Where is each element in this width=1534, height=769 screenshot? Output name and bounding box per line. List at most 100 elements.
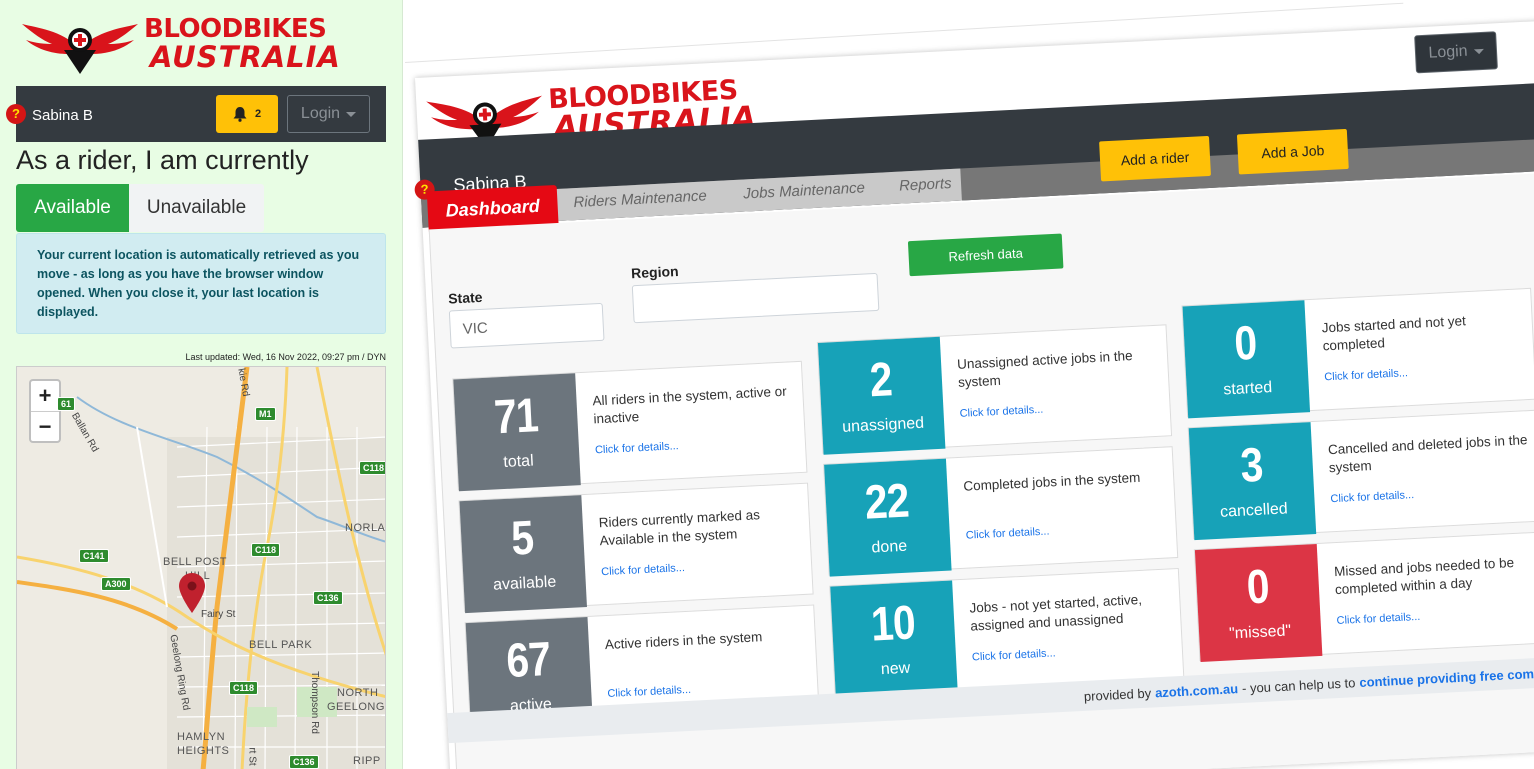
- footer-support-link[interactable]: continue providing free community: [1359, 664, 1534, 690]
- map-label: NORLA: [345, 522, 386, 534]
- stat-number-box: 22 done: [824, 458, 952, 577]
- brand-line1: BLOODBIKES: [144, 14, 327, 44]
- add-job-button[interactable]: Add a Job: [1236, 128, 1349, 175]
- stat-card-done[interactable]: 22 done Completed jobs in the system Cli…: [823, 446, 1179, 577]
- road-shield: C118: [359, 461, 385, 475]
- desktop-window: BLOODBIKES AUSTRALIA Login ? Sabina B Ad…: [414, 20, 1534, 769]
- road-shield: 61: [57, 397, 76, 411]
- login-dropdown[interactable]: Login: [1414, 31, 1498, 74]
- unavailable-button[interactable]: Unavailable: [129, 184, 264, 232]
- stat-number-box: 2 unassigned: [817, 336, 946, 455]
- tab-reports[interactable]: Reports: [899, 175, 952, 195]
- stat-number: 10: [870, 596, 917, 652]
- stat-description: Unassigned active jobs in the system: [956, 348, 1133, 390]
- map-road-label: rt St: [246, 747, 258, 766]
- details-link[interactable]: Click for details...: [1336, 611, 1420, 627]
- login-label: Login: [1428, 42, 1469, 62]
- stat-number-box: 3 cancelled: [1188, 422, 1317, 541]
- caret-down-icon: [346, 111, 357, 117]
- details-link[interactable]: Click for details...: [595, 440, 679, 456]
- location-info-alert: Your current location is automatically r…: [16, 233, 386, 334]
- details-link[interactable]: Click for details...: [959, 404, 1043, 420]
- location-pin-icon[interactable]: [179, 573, 205, 613]
- location-map[interactable]: + − BELL POST HILL BELL PARK NORLA NORTH…: [16, 366, 386, 769]
- notifications-button[interactable]: 2: [216, 95, 278, 133]
- stat-card-started[interactable]: 0 started Jobs started and not yet compl…: [1181, 287, 1534, 419]
- details-link[interactable]: Click for details...: [1330, 489, 1414, 505]
- details-link[interactable]: Click for details...: [607, 684, 691, 700]
- road-shield: C136: [289, 755, 319, 769]
- road-shield: C136: [313, 591, 343, 605]
- stat-label: total: [503, 452, 535, 472]
- stat-number: 71: [493, 389, 540, 445]
- state-input[interactable]: VIC: [448, 302, 605, 349]
- stat-number-box: 0 "missed": [1194, 543, 1323, 663]
- footer-middle: - you can help us to: [1241, 674, 1356, 696]
- stat-description: All riders in the system, active or inac…: [592, 383, 788, 427]
- road-shield: A300: [101, 577, 131, 591]
- stat-number: 3: [1239, 438, 1264, 493]
- map-road-label: Thompson Rd: [308, 671, 320, 734]
- map-road-label: Fairy St: [201, 609, 236, 620]
- stat-label: available: [492, 573, 557, 594]
- login-dropdown[interactable]: Login: [287, 95, 370, 133]
- stat-card-total[interactable]: 71 total All riders in the system, activ…: [452, 360, 808, 492]
- stat-label: done: [871, 537, 908, 557]
- road-shield: M1: [255, 407, 276, 421]
- bell-icon: [233, 106, 247, 122]
- available-button[interactable]: Available: [16, 184, 129, 232]
- stat-description: Jobs started and not yet completed: [1321, 313, 1467, 354]
- bloodbikes-logo-icon: [22, 24, 138, 74]
- stat-description: Active riders in the system: [604, 629, 763, 653]
- add-rider-button[interactable]: Add a rider: [1099, 135, 1211, 182]
- map-zoom-control: + −: [29, 379, 61, 443]
- stat-label: "missed": [1228, 622, 1292, 643]
- stat-number: 2: [868, 353, 894, 408]
- stat-label: cancelled: [1219, 500, 1289, 521]
- details-link[interactable]: Click for details...: [972, 647, 1056, 663]
- footer-prefix: provided by: [1083, 685, 1152, 704]
- road-shield: C141: [79, 549, 109, 563]
- stat-number: 0: [1233, 316, 1258, 371]
- zoom-out-button[interactable]: −: [31, 411, 59, 441]
- notification-count: 2: [254, 108, 262, 120]
- stat-description: Jobs - not yet started, active, assigned…: [969, 591, 1143, 634]
- stat-label: new: [880, 659, 911, 679]
- mobile-view: BLOODBIKES AUSTRALIA ? Sabina B 2 Login …: [0, 0, 403, 769]
- stat-label: unassigned: [841, 414, 925, 436]
- map-label: BELL POST: [163, 556, 228, 568]
- stat-card-available[interactable]: 5 available Riders currently marked as A…: [458, 482, 814, 614]
- footer-site-link[interactable]: azoth.com.au: [1155, 681, 1239, 700]
- brand-logo[interactable]: BLOODBIKES AUSTRALIA: [20, 10, 341, 78]
- stat-description: Completed jobs in the system: [962, 469, 1141, 494]
- stat-card-missed[interactable]: 0 "missed" Missed and jobs needed to be …: [1193, 531, 1534, 663]
- help-icon[interactable]: ?: [6, 104, 26, 124]
- map-label: BELL PARK: [249, 639, 313, 651]
- stat-card-cancelled[interactable]: 3 cancelled Cancelled and deleted jobs i…: [1187, 409, 1534, 541]
- map-label: GEELONG: [327, 701, 385, 713]
- brand-line2: AUSTRALIA: [150, 40, 341, 74]
- map-label: HEIGHTS: [177, 745, 230, 757]
- map-label: HAMLYN: [177, 731, 226, 743]
- stat-number: 22: [863, 474, 911, 530]
- stat-number-box: 5 available: [459, 495, 587, 614]
- map-label: RIPP: [353, 755, 381, 767]
- details-link[interactable]: Click for details...: [966, 525, 1050, 541]
- details-link[interactable]: Click for details...: [1324, 367, 1408, 383]
- rider-status-heading: As a rider, I am currently: [16, 145, 309, 175]
- road-shield: C118: [251, 543, 281, 557]
- desktop-view: BLOODBIKES AUSTRALIA Login ? Sabina B Ad…: [405, 0, 1534, 769]
- details-link[interactable]: Click for details...: [601, 562, 685, 578]
- stat-description: Missed and jobs needed to be completed w…: [1333, 555, 1515, 598]
- stat-number-box: 10 new: [830, 580, 958, 699]
- stat-description: Riders currently marked as Available in …: [598, 507, 761, 549]
- zoom-in-button[interactable]: +: [31, 381, 59, 411]
- state-label: State: [447, 288, 483, 307]
- user-name: Sabina B: [32, 107, 93, 124]
- stat-card-unassigned[interactable]: 2 unassigned Unassigned active jobs in t…: [816, 324, 1173, 455]
- map-label: NORTH: [337, 687, 379, 699]
- stat-number: 5: [510, 511, 535, 566]
- stat-description: Cancelled and deleted jobs in the system: [1327, 432, 1528, 476]
- last-updated-text: Last updated: Wed, 16 Nov 2022, 09:27 pm…: [185, 352, 386, 362]
- caret-down-icon: [1473, 48, 1484, 54]
